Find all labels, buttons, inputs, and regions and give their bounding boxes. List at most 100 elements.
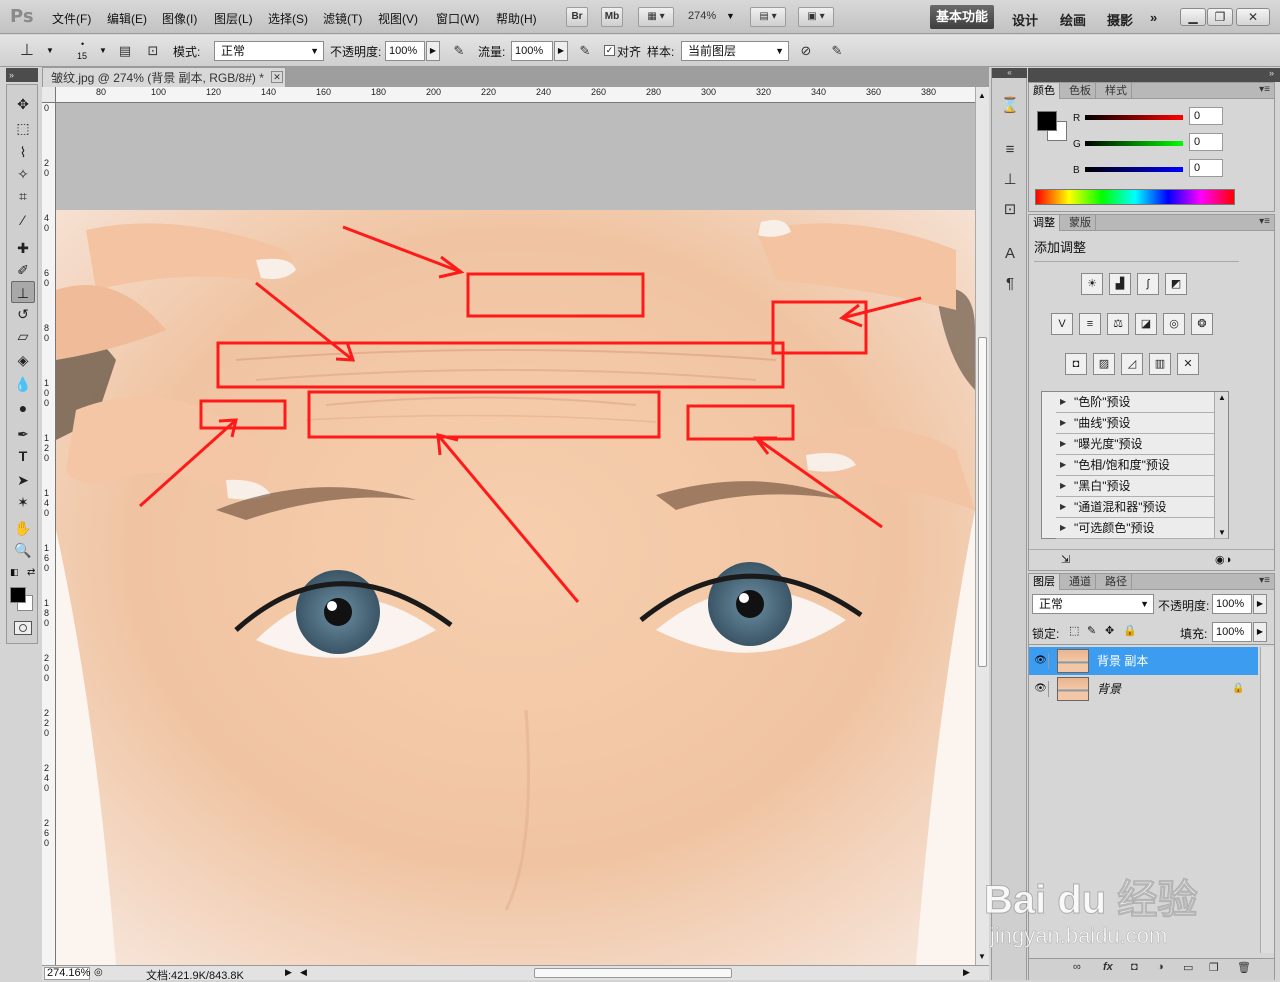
threshold-icon[interactable]: ◿ bbox=[1121, 353, 1143, 375]
color-spectrum-ramp[interactable] bbox=[1035, 189, 1235, 205]
menu-view[interactable]: 视图(V) bbox=[378, 10, 418, 27]
tool-presets-icon[interactable]: ⊡ bbox=[1000, 200, 1020, 220]
preset-exposure[interactable]: "曝光度"预设 bbox=[1056, 434, 1228, 455]
tab-swatches[interactable]: 色板 bbox=[1065, 83, 1096, 99]
gradient-map-icon[interactable]: ▥ bbox=[1149, 353, 1171, 375]
layer-row[interactable]: 👁 背景 🔒 bbox=[1029, 675, 1258, 703]
photo-filter-icon[interactable]: ◎ bbox=[1163, 313, 1185, 335]
menu-edit[interactable]: 编辑(E) bbox=[107, 10, 147, 27]
foreground-color-swatch[interactable] bbox=[10, 587, 26, 603]
menu-window[interactable]: 窗口(W) bbox=[436, 10, 479, 27]
tab-styles[interactable]: 样式 bbox=[1101, 83, 1132, 99]
layers-scrollbar[interactable] bbox=[1260, 647, 1274, 953]
document-tab[interactable]: 皱纹.jpg @ 274% (背景 副本, RGB/8#) * ✕ bbox=[42, 67, 286, 87]
preset-levels[interactable]: "色阶"预设 bbox=[1056, 392, 1228, 413]
status-menu-arrow-icon[interactable]: ▶ bbox=[285, 967, 292, 978]
levels-icon[interactable]: ▟ bbox=[1109, 273, 1131, 295]
close-document-icon[interactable]: ✕ bbox=[271, 71, 283, 83]
bridge-button[interactable]: Br bbox=[566, 7, 588, 27]
arrange-documents-button[interactable]: ▤ ▾ bbox=[750, 7, 786, 27]
panel-menu-icon[interactable]: ▾≡ bbox=[1259, 84, 1270, 95]
healing-brush-tool-icon[interactable]: ✚ bbox=[11, 237, 35, 259]
preset-chevron-icon[interactable]: ▼ bbox=[46, 46, 54, 55]
tab-color[interactable]: 颜色 bbox=[1029, 83, 1060, 99]
layer-row-selected[interactable]: 👁 背景 副本 bbox=[1029, 647, 1258, 675]
status-info-icon[interactable]: ◎ bbox=[94, 967, 103, 978]
new-layer-icon[interactable]: ❐ bbox=[1209, 961, 1219, 974]
opacity-slider-button[interactable]: ▶ bbox=[426, 41, 440, 61]
preset-black-white[interactable]: "黑白"预设 bbox=[1056, 476, 1228, 497]
marquee-tool-icon[interactable]: ⬚ bbox=[11, 117, 35, 139]
mini-bridge-button[interactable]: Mb bbox=[601, 7, 623, 27]
minimize-button[interactable]: ▁ bbox=[1180, 8, 1206, 26]
blue-value-input[interactable]: 0 bbox=[1189, 159, 1223, 177]
panel-menu-icon[interactable]: ▾≡ bbox=[1259, 216, 1270, 227]
color-balance-icon[interactable]: ⚖ bbox=[1107, 313, 1129, 335]
character-panel-icon[interactable]: A bbox=[1000, 244, 1020, 264]
history-panel-icon[interactable]: ⌛ bbox=[1000, 96, 1020, 116]
pen-tool-icon[interactable]: ✒ bbox=[11, 423, 35, 445]
preset-curves[interactable]: "曲线"预设 bbox=[1056, 413, 1228, 434]
quick-mask-icon[interactable] bbox=[14, 621, 32, 635]
zoom-tool-icon[interactable]: 🔍 bbox=[11, 539, 35, 561]
view-extras-button[interactable]: ▦ ▾ bbox=[638, 7, 674, 27]
type-tool-icon[interactable]: T bbox=[11, 445, 35, 467]
status-zoom-field[interactable]: 274.16% bbox=[44, 967, 90, 980]
preset-selective-color[interactable]: "可选颜色"预设 bbox=[1056, 518, 1228, 539]
brush-chevron-icon[interactable]: ▼ bbox=[99, 46, 107, 55]
close-button[interactable]: ✕ bbox=[1236, 8, 1270, 26]
layer-style-icon[interactable]: fx bbox=[1103, 961, 1113, 973]
clone-source-panel-icon[interactable]: ⊥ bbox=[1000, 170, 1020, 190]
crop-tool-icon[interactable]: ⌗ bbox=[11, 185, 35, 207]
menu-image[interactable]: 图像(I) bbox=[162, 10, 197, 27]
preset-channel-mixer[interactable]: "通道混和器"预设 bbox=[1056, 497, 1228, 518]
presets-scrollbar[interactable]: ▲ ▼ bbox=[1214, 392, 1228, 538]
menu-filter[interactable]: 滤镜(T) bbox=[323, 10, 362, 27]
paragraph-panel-icon[interactable]: ¶ bbox=[1000, 274, 1020, 294]
history-brush-tool-icon[interactable]: ↺ bbox=[11, 303, 35, 325]
clone-source-icon[interactable]: ⊡ bbox=[144, 43, 162, 59]
new-adjustment-layer-icon[interactable]: ◑ bbox=[1157, 961, 1164, 973]
toolbox-header[interactable]: » bbox=[6, 68, 38, 82]
dodge-tool-icon[interactable]: ● bbox=[11, 397, 35, 419]
red-value-input[interactable]: 0 bbox=[1189, 107, 1223, 125]
workspace-essentials[interactable]: 基本功能 bbox=[930, 5, 994, 29]
lock-all-icon[interactable]: 🔒 bbox=[1123, 624, 1137, 637]
black-white-icon[interactable]: ◪ bbox=[1135, 313, 1157, 335]
lock-position-icon[interactable]: ✥ bbox=[1105, 624, 1114, 637]
tablet-opacity-icon[interactable]: ✎ bbox=[450, 43, 468, 59]
tab-adjustments[interactable]: 调整 bbox=[1029, 215, 1060, 231]
shape-tool-icon[interactable]: ✶ bbox=[11, 491, 35, 513]
flow-input[interactable]: 100% bbox=[511, 41, 553, 61]
paint-bucket-tool-icon[interactable]: ◈ bbox=[11, 349, 35, 371]
lock-image-icon[interactable]: ✎ bbox=[1087, 624, 1096, 637]
vertical-scrollbar[interactable]: ▲ ▼ bbox=[975, 87, 989, 965]
lasso-tool-icon[interactable]: ⌇ bbox=[11, 141, 35, 163]
workspace-design[interactable]: 设计 bbox=[1012, 10, 1038, 29]
add-mask-icon[interactable]: ◘ bbox=[1131, 961, 1138, 973]
canvas[interactable] bbox=[56, 103, 975, 965]
fill-input[interactable]: 100% bbox=[1212, 622, 1252, 642]
brush-tool-icon[interactable]: ✐ bbox=[11, 259, 35, 281]
horizontal-scroll-thumb[interactable] bbox=[534, 968, 732, 978]
invert-icon[interactable]: ◘ bbox=[1065, 353, 1087, 375]
brush-picker[interactable]: • 15 bbox=[74, 39, 96, 63]
curves-icon[interactable]: ∫ bbox=[1137, 273, 1159, 295]
tab-layers[interactable]: 图层 bbox=[1029, 574, 1060, 590]
visibility-eye-icon[interactable]: 👁 bbox=[1033, 653, 1049, 669]
airbrush-icon[interactable]: ✎ bbox=[576, 43, 594, 59]
layer-blend-mode-select[interactable]: 正常 ▼ bbox=[1032, 594, 1154, 614]
brush-panel-icon[interactable]: ▤ bbox=[116, 43, 134, 59]
aligned-checkbox[interactable]: ✓ bbox=[604, 45, 615, 56]
scroll-left-icon[interactable]: ◀ bbox=[300, 967, 307, 978]
vertical-scroll-thumb[interactable] bbox=[978, 337, 987, 667]
visibility-eye-icon[interactable]: 👁 bbox=[1033, 681, 1049, 697]
eyedropper-tool-icon[interactable]: ⁄ bbox=[11, 209, 35, 231]
posterize-icon[interactable]: ▨ bbox=[1093, 353, 1115, 375]
flow-slider-button[interactable]: ▶ bbox=[554, 41, 568, 61]
tablet-size-icon[interactable]: ✎ bbox=[828, 43, 846, 59]
layer-name[interactable]: 背景 副本 bbox=[1097, 647, 1148, 675]
clone-stamp-tool-icon[interactable]: ⊥ bbox=[11, 281, 35, 303]
swap-colors-icon[interactable]: ⇄ bbox=[27, 567, 35, 578]
quick-selection-tool-icon[interactable]: ✧ bbox=[11, 163, 35, 185]
